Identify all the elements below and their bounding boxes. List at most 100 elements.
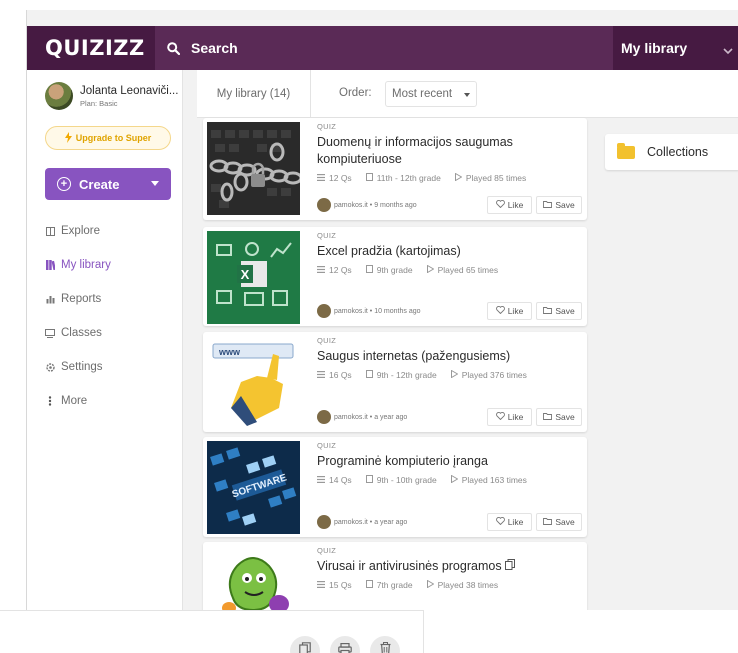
- delete-button[interactable]: [370, 636, 400, 653]
- quiz-thumbnail-internet: www: [207, 336, 300, 429]
- create-button[interactable]: + Create: [45, 168, 171, 200]
- questions-icon: [317, 370, 325, 380]
- quiz-card[interactable]: QUIZ Virusai ir antivirusinės programos …: [203, 542, 587, 610]
- quiz-card[interactable]: www QUIZ Saugus internetas (pažengusiems…: [203, 332, 587, 432]
- quiz-title[interactable]: Excel pradžia (kartojimas): [317, 243, 581, 260]
- heart-icon: [495, 200, 505, 210]
- upgrade-button[interactable]: Upgrade to Super: [45, 126, 171, 150]
- grade-icon: [365, 265, 373, 275]
- sidebar-item-explore[interactable]: Explore: [45, 214, 111, 248]
- heart-icon: [495, 306, 505, 316]
- plus-icon: +: [57, 177, 71, 191]
- play-icon: [426, 579, 435, 590]
- sidebar: Jolanta Leonaviči... Plan: Basic Upgrade…: [27, 70, 183, 610]
- played-count: Played 376 times: [461, 370, 527, 380]
- save-button[interactable]: Save: [536, 513, 582, 531]
- copy-icon: [299, 642, 311, 653]
- print-button[interactable]: [330, 636, 360, 653]
- author-text: pamokos.it • a year ago: [334, 413, 408, 421]
- grade-icon: [365, 475, 373, 485]
- grade-level: 7th grade: [376, 580, 413, 590]
- caret-down-icon: [464, 93, 470, 97]
- quiz-card[interactable]: X QUIZ Excel pradžia (kartojimas) 12 Qs …: [203, 227, 587, 326]
- quiz-thumbnail-excel: X: [207, 231, 300, 324]
- folder-icon: [543, 306, 553, 316]
- folder-icon: [617, 142, 635, 159]
- save-button[interactable]: Save: [536, 196, 582, 214]
- print-icon: [338, 642, 352, 653]
- author-avatar: [317, 410, 331, 424]
- user-profile[interactable]: Jolanta Leonaviči... Plan: Basic: [45, 82, 178, 110]
- quiz-card[interactable]: QUIZ Duomenų ir informacijos saugumas ko…: [203, 118, 587, 220]
- played-count: Played 163 times: [461, 475, 527, 485]
- author-info: pamokos.it • a year ago: [317, 515, 407, 529]
- search-input[interactable]: Search: [191, 40, 238, 56]
- play-icon: [426, 264, 435, 275]
- sidebar-item-more[interactable]: More: [45, 384, 111, 418]
- author-info: pamokos.it • 9 months ago: [317, 198, 417, 212]
- play-icon: [454, 172, 463, 183]
- question-count: 16 Qs: [329, 370, 352, 380]
- lightning-icon: [64, 131, 72, 145]
- quiz-title[interactable]: Virusai ir antivirusinės programos: [317, 559, 502, 573]
- trash-icon: [380, 642, 391, 653]
- user-plan: Plan: Basic: [80, 98, 118, 108]
- play-icon: [450, 369, 459, 380]
- grade-icon: [365, 370, 373, 380]
- create-label: Create: [79, 176, 120, 192]
- copy-button[interactable]: [290, 636, 320, 653]
- played-count: Played 85 times: [465, 173, 527, 183]
- grade-level: 9th - 10th grade: [376, 475, 437, 485]
- like-button[interactable]: Like: [487, 408, 532, 426]
- quiz-title[interactable]: Duomenų ir informacijos saugumas kompiut…: [317, 134, 581, 168]
- folder-icon: [543, 200, 553, 210]
- save-button[interactable]: Save: [536, 408, 582, 426]
- grade-level: 9th - 12th grade: [376, 370, 437, 380]
- quiz-type: QUIZ: [317, 546, 337, 555]
- collections-button[interactable]: Collections: [605, 134, 738, 170]
- like-button[interactable]: Like: [487, 196, 532, 214]
- library-header: My library (14) Order: Most recent: [197, 70, 738, 118]
- quiz-thumbnail-software: SOFTWARE: [207, 441, 300, 534]
- quiz-type: QUIZ: [317, 441, 337, 450]
- sidebar-item-classes[interactable]: Classes: [45, 316, 111, 350]
- library-icon: [45, 260, 55, 270]
- search-icon[interactable]: [155, 41, 191, 55]
- quiz-thumbnail-virus: [207, 546, 300, 610]
- heart-icon: [495, 517, 505, 527]
- sidebar-item-settings[interactable]: Settings: [45, 350, 111, 384]
- question-count: 14 Qs: [329, 475, 352, 485]
- folder-icon: [543, 412, 553, 422]
- search-bar[interactable]: Search: [155, 26, 613, 70]
- question-count: 15 Qs: [329, 580, 352, 590]
- save-button[interactable]: Save: [536, 302, 582, 320]
- like-button[interactable]: Like: [487, 513, 532, 531]
- sidebar-item-label: My library: [61, 259, 111, 271]
- author-text: pamokos.it • 9 months ago: [334, 201, 417, 209]
- svg-text:X: X: [241, 267, 250, 282]
- like-button[interactable]: Like: [487, 302, 532, 320]
- questions-icon: [317, 265, 325, 275]
- quiz-type: QUIZ: [317, 336, 337, 345]
- sidebar-item-my-library[interactable]: My library: [45, 248, 111, 282]
- logo[interactable]: QUIZIZZ: [45, 26, 145, 70]
- copy-icon[interactable]: [505, 559, 516, 573]
- avatar: [45, 82, 73, 110]
- grade-level: 11th - 12th grade: [376, 173, 441, 183]
- author-avatar: [317, 198, 331, 212]
- library-dropdown[interactable]: My library: [617, 26, 738, 70]
- grade-level: 9th grade: [376, 265, 413, 275]
- order-dropdown[interactable]: Most recent: [385, 81, 477, 107]
- quiz-title[interactable]: Programinė kompiuterio įranga: [317, 453, 581, 470]
- heart-icon: [495, 412, 505, 422]
- sidebar-item-reports[interactable]: Reports: [45, 282, 111, 316]
- grade-icon: [365, 173, 373, 183]
- explore-icon: [45, 226, 55, 236]
- caret-down-icon[interactable]: [151, 181, 159, 186]
- more-icon: [45, 396, 55, 406]
- quiz-card[interactable]: SOFTWARE QUIZ Programinė kompiuterio įra…: [203, 437, 587, 537]
- chevron-down-icon: [723, 42, 733, 58]
- tab-my-library[interactable]: My library (14): [197, 70, 311, 118]
- sidebar-item-label: Classes: [61, 327, 102, 339]
- quiz-title[interactable]: Saugus internetas (pažengusiems): [317, 348, 581, 365]
